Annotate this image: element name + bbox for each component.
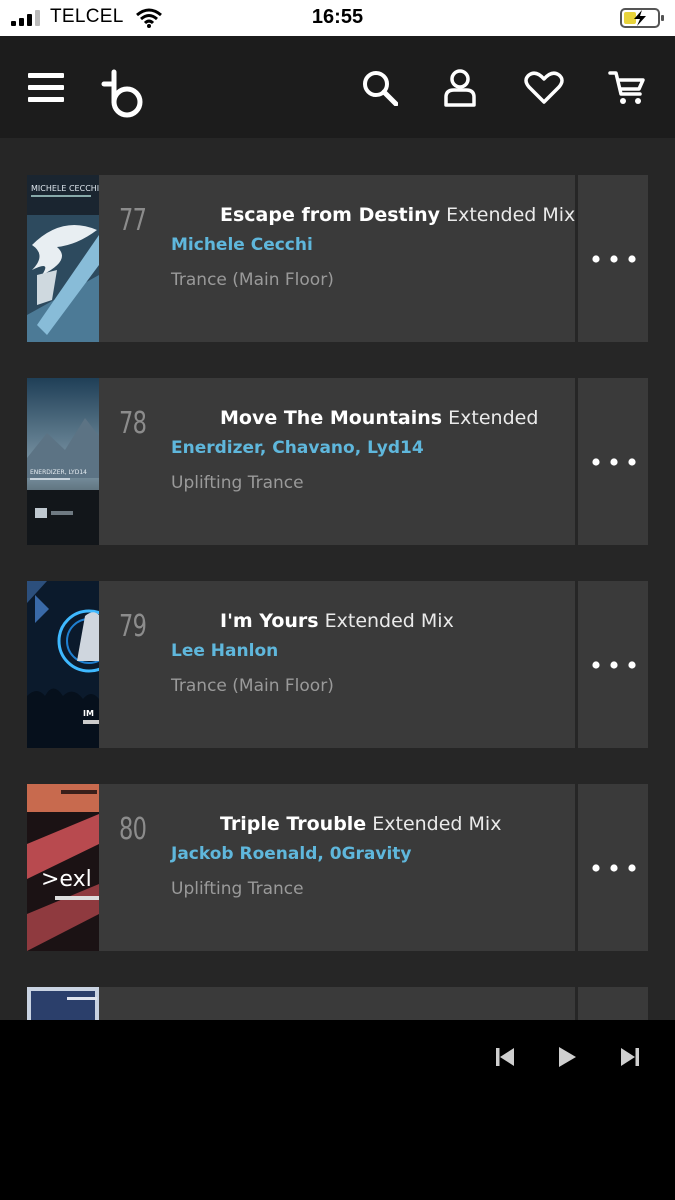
track-cover-image[interactable]: >exl — [27, 784, 99, 951]
track-row[interactable]: ENERDIZER, LYD14 78 Move The Mountains E… — [27, 378, 648, 545]
track-info[interactable]: 79 I'm Yours Extended Mix Lee Hanlon Tra… — [99, 581, 575, 748]
track-title: Escape from Destiny — [220, 204, 441, 226]
track-rank: 77 — [119, 203, 147, 238]
track-info[interactable]: 78 Move The Mountains Extended Enerdizer… — [99, 378, 575, 545]
menu-icon[interactable] — [28, 73, 64, 103]
cover-art-exl: >exl — [27, 784, 99, 951]
track-rank: 80 — [119, 812, 147, 847]
track-cover-image[interactable]: ENERDIZER, LYD14 — [27, 378, 99, 545]
track-row[interactable] — [27, 987, 648, 1020]
next-icon[interactable] — [620, 1047, 640, 1067]
more-options-button[interactable] — [578, 378, 648, 545]
track-title: Move The Mountains — [220, 407, 443, 429]
more-options-button[interactable] — [578, 175, 648, 342]
track-genre[interactable]: Trance (Main Floor) — [171, 676, 334, 696]
track-mix: Extended — [448, 407, 539, 429]
cover-art-wings: MICHELE CECCHI — [27, 175, 99, 342]
search-icon[interactable] — [362, 70, 398, 106]
battery-charging-icon — [620, 8, 664, 28]
cover-art-mountains: ENERDIZER, LYD14 — [27, 378, 99, 545]
track-mix: Extended Mix — [372, 813, 502, 835]
more-dots-icon — [592, 458, 636, 466]
more-dots-icon — [592, 864, 636, 872]
track-cover-image[interactable]: IM — [27, 581, 99, 748]
track-info[interactable]: 77 Escape from Destiny Extended Mix Mich… — [99, 175, 575, 342]
track-genre[interactable]: Uplifting Trance — [171, 473, 304, 493]
cart-icon[interactable] — [608, 70, 646, 106]
app-header — [0, 36, 675, 138]
previous-icon[interactable] — [495, 1047, 515, 1067]
track-genre[interactable]: Trance (Main Floor) — [171, 270, 334, 290]
track-cover-image[interactable] — [27, 987, 99, 1020]
track-mix: Extended Mix — [324, 610, 454, 632]
clock: 16:55 — [311, 6, 364, 28]
more-dots-icon — [592, 661, 636, 669]
track-title-line[interactable]: Move The Mountains Extended — [220, 407, 538, 429]
track-row[interactable]: MICHELE CECCHI 77 Escape from Destiny Ex… — [27, 175, 648, 342]
logo-icon[interactable] — [100, 68, 146, 120]
track-title: Triple Trouble — [220, 813, 367, 835]
track-mix: Extended Mix — [446, 204, 576, 226]
track-title: I'm Yours — [220, 610, 319, 632]
track-cover-image[interactable]: MICHELE CECCHI — [27, 175, 99, 342]
track-artists[interactable]: Michele Cecchi — [171, 235, 313, 255]
status-bar: TELCEL 16:55 — [0, 0, 675, 36]
cover-text: ENERDIZER, LYD14 — [30, 469, 87, 476]
track-artists[interactable]: Jackob Roenald, 0Gravity — [171, 844, 412, 864]
track-title-line[interactable]: Escape from Destiny Extended Mix — [220, 204, 575, 226]
track-list: MICHELE CECCHI 77 Escape from Destiny Ex… — [0, 138, 675, 1020]
cover-art-stage: IM — [27, 581, 99, 748]
cover-text: >exl — [41, 867, 92, 892]
player-bar — [0, 1020, 675, 1200]
track-info[interactable]: 80 Triple Trouble Extended Mix Jackob Ro… — [99, 784, 575, 951]
track-row[interactable]: >exl 80 Triple Trouble Extended Mix Jack… — [27, 784, 648, 951]
more-options-button[interactable] — [578, 784, 648, 951]
track-artists[interactable]: Lee Hanlon — [171, 641, 278, 661]
cover-text: IM — [83, 709, 94, 718]
cover-art-partial — [27, 987, 99, 1020]
track-rank: 78 — [119, 406, 147, 441]
track-row[interactable]: IM 79 I'm Yours Extended Mix Lee Hanlon … — [27, 581, 648, 748]
track-genre[interactable]: Uplifting Trance — [171, 879, 304, 899]
track-artists[interactable]: Enerdizer, Chavano, Lyd14 — [171, 438, 424, 458]
track-title-line[interactable]: I'm Yours Extended Mix — [220, 610, 454, 632]
more-options-button[interactable] — [578, 581, 648, 748]
track-title-line[interactable]: Triple Trouble Extended Mix — [220, 813, 501, 835]
heart-icon[interactable] — [524, 71, 564, 105]
cover-text: MICHELE CECCHI — [31, 184, 99, 193]
account-icon[interactable] — [444, 69, 476, 107]
more-dots-icon — [592, 255, 636, 263]
more-options-button[interactable] — [578, 987, 648, 1020]
track-info[interactable] — [99, 987, 575, 1020]
play-icon[interactable] — [557, 1046, 577, 1068]
track-rank: 79 — [119, 609, 147, 644]
